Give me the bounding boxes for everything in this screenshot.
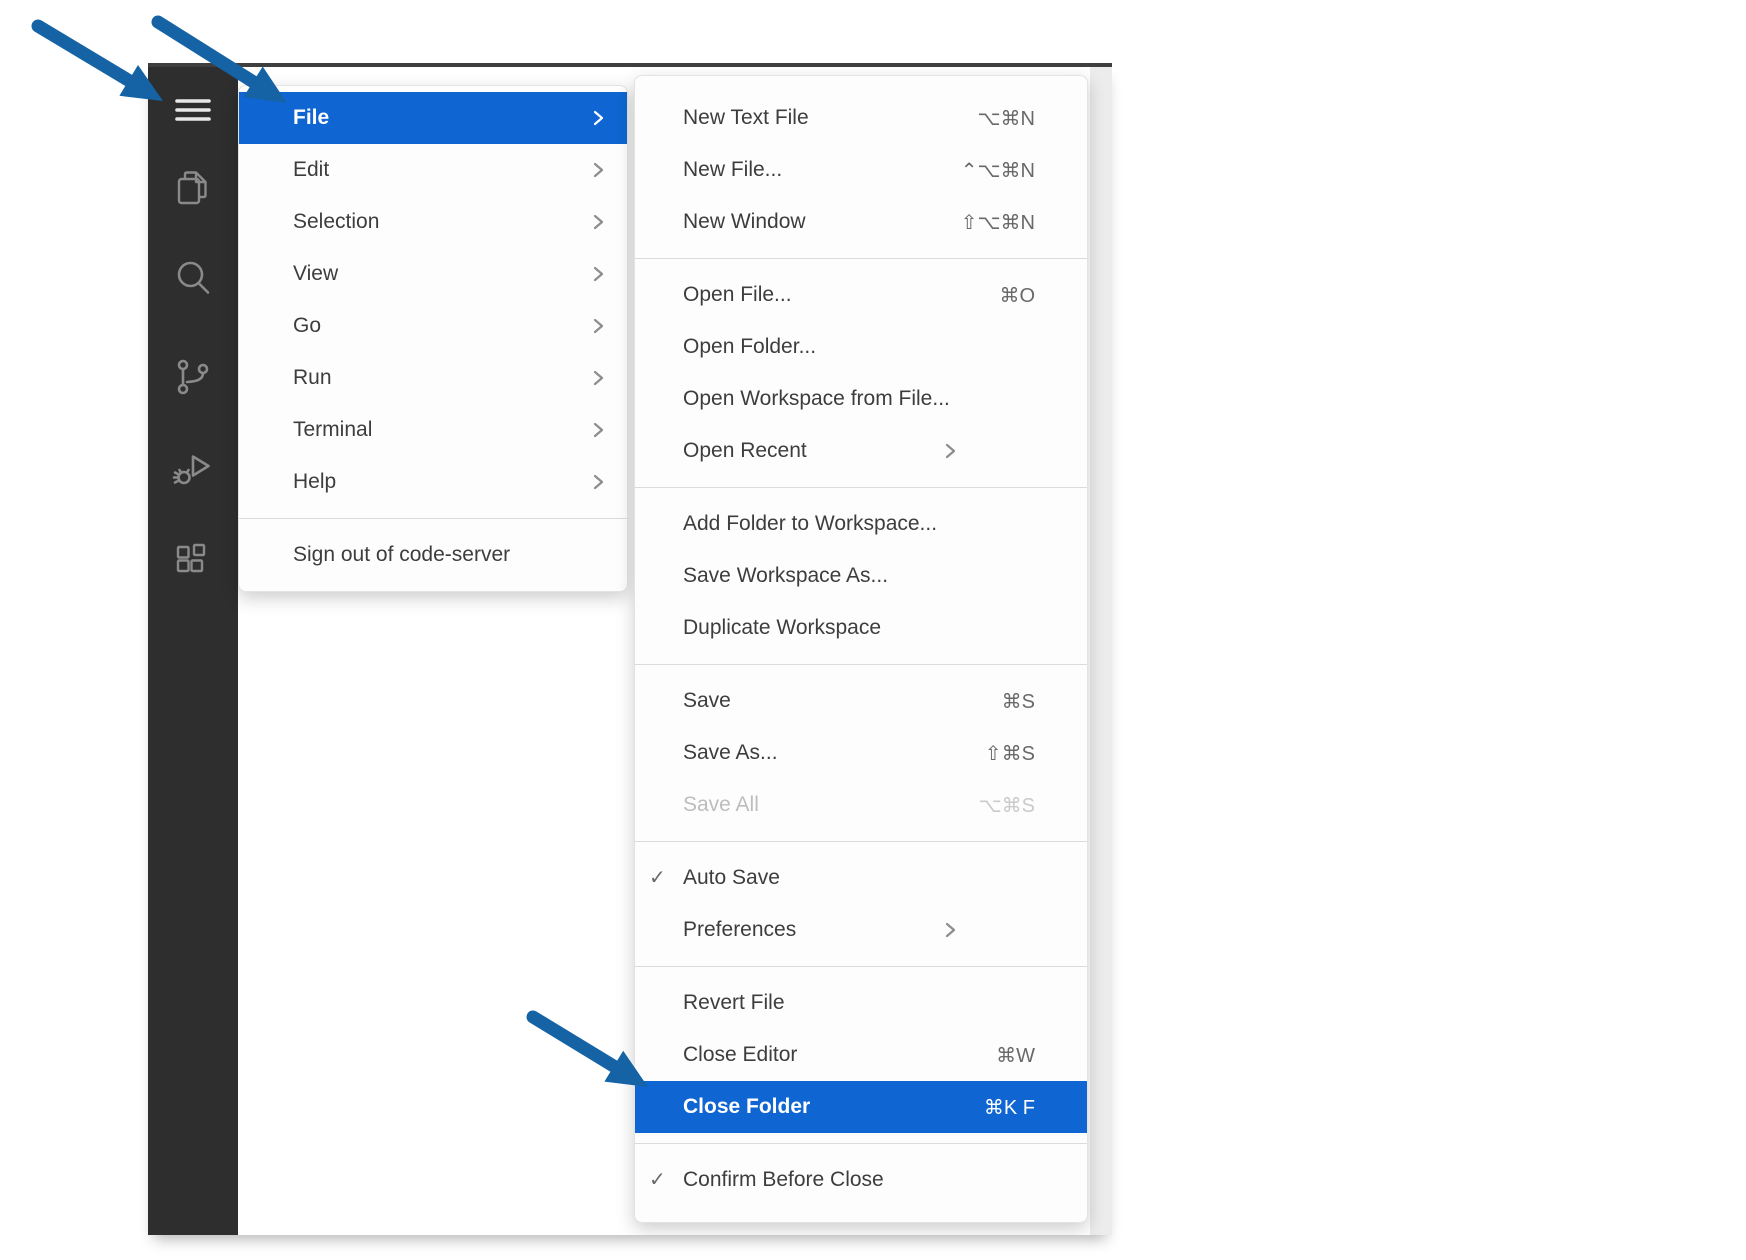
search-icon[interactable]	[170, 255, 216, 301]
menu-item-new-text-file[interactable]: New Text File ⌥⌘N	[635, 92, 1087, 144]
menu-item-label: Save Workspace As...	[683, 564, 888, 588]
menu-separator	[635, 966, 1087, 967]
menu-item-label: View	[293, 262, 338, 286]
chevron-right-icon	[592, 420, 605, 440]
menu-item-label: Add Folder to Workspace...	[683, 512, 937, 536]
menu-separator	[635, 258, 1087, 259]
menu-item-open-recent[interactable]: Open Recent	[635, 425, 1087, 477]
menu-item-label: Help	[293, 470, 336, 494]
menu-item-label: Terminal	[293, 418, 372, 442]
chevron-right-icon	[944, 441, 957, 461]
menu-item-duplicate-workspace[interactable]: Duplicate Workspace	[635, 602, 1087, 654]
menu-item-file[interactable]: File	[239, 92, 627, 144]
code-server-window: File Edit Selection View Go Run Terminal Help Si…	[148, 63, 1112, 1235]
menu-item-label: Close Folder	[683, 1095, 810, 1119]
menu-shortcut: ⌥⌘N	[978, 106, 1036, 131]
chevron-right-icon	[592, 160, 605, 180]
menu-item-revert-file[interactable]: Revert File	[635, 977, 1087, 1029]
source-control-icon[interactable]	[170, 354, 216, 400]
menu-item-label: Save As...	[683, 741, 778, 765]
menu-shortcut: ⌘W	[996, 1043, 1035, 1068]
chevron-right-icon	[592, 368, 605, 388]
menu-item-save-workspace-as[interactable]: Save Workspace As...	[635, 550, 1087, 602]
menu-item-label: New Window	[683, 210, 806, 234]
menu-item-run[interactable]: Run	[239, 352, 627, 404]
explorer-icon[interactable]	[170, 165, 216, 211]
menu-item-add-folder-to-workspace[interactable]: Add Folder to Workspace...	[635, 498, 1087, 550]
menu-item-save[interactable]: Save ⌘S	[635, 675, 1087, 727]
arrow-to-menu-icon	[38, 26, 163, 101]
menu-item-label: Go	[293, 314, 321, 338]
menu-item-label: File	[293, 106, 329, 130]
menu-item-auto-save[interactable]: ✓Auto Save	[635, 852, 1087, 904]
chevron-right-icon	[944, 920, 957, 940]
menu-separator	[635, 841, 1087, 842]
menu-shortcut: ⌘O	[999, 283, 1035, 308]
menu-item-label: Revert File	[683, 991, 785, 1015]
main-menu-popup: File Edit Selection View Go Run Terminal Help Si…	[238, 85, 628, 592]
menu-item-label: Duplicate Workspace	[683, 616, 881, 640]
check-icon: ✓	[635, 868, 683, 888]
menu-item-label: Auto Save	[683, 866, 780, 890]
menu-shortcut: ⌘K F	[984, 1095, 1035, 1120]
menu-item-label: Edit	[293, 158, 329, 182]
menu-item-confirm-before-close[interactable]: ✓Confirm Before Close	[635, 1154, 1087, 1206]
menu-item-label: Preferences	[683, 918, 796, 942]
menu-item-label: Confirm Before Close	[683, 1168, 884, 1192]
menu-separator	[635, 487, 1087, 488]
menu-item-sign-out-of-code-server[interactable]: Sign out of code-server	[239, 529, 627, 581]
menu-icon[interactable]	[170, 87, 216, 133]
menu-item-open-file[interactable]: Open File... ⌘O	[635, 269, 1087, 321]
menu-shortcut: ⌥⌘S	[979, 793, 1035, 818]
menu-item-preferences[interactable]: Preferences	[635, 904, 1087, 956]
menu-item-label: Close Editor	[683, 1043, 797, 1067]
menu-item-close-editor[interactable]: Close Editor ⌘W	[635, 1029, 1087, 1081]
menu-item-terminal[interactable]: Terminal	[239, 404, 627, 456]
menu-item-label: Open Recent	[683, 439, 807, 463]
file-submenu-popup: New Text File ⌥⌘N New File... ⌃⌥⌘N New Windo…	[634, 75, 1088, 1223]
menu-item-label: Open File...	[683, 283, 792, 307]
menu-separator	[635, 1143, 1087, 1144]
menu-item-edit[interactable]: Edit	[239, 144, 627, 196]
menu-item-selection[interactable]: Selection	[239, 196, 627, 248]
menu-item-close-folder[interactable]: Close Folder ⌘K F	[635, 1081, 1087, 1133]
menu-item-label: New Text File	[683, 106, 809, 130]
menu-item-label: Save	[683, 689, 731, 713]
menu-item-label: New File...	[683, 158, 782, 182]
menu-item-save-as[interactable]: Save As... ⇧⌘S	[635, 727, 1087, 779]
menu-item-label: Selection	[293, 210, 379, 234]
chevron-right-icon	[592, 472, 605, 492]
menu-item-save-all[interactable]: Save All ⌥⌘S	[635, 779, 1087, 831]
menu-shortcut: ⌃⌥⌘N	[961, 158, 1035, 183]
check-icon: ✓	[635, 1170, 683, 1190]
extensions-icon[interactable]	[170, 540, 216, 586]
chevron-right-icon	[592, 264, 605, 284]
menu-item-label: Run	[293, 366, 332, 390]
menu-item-label: Open Folder...	[683, 335, 816, 359]
menu-item-help[interactable]: Help	[239, 456, 627, 508]
menu-item-open-workspace-from-file[interactable]: Open Workspace from File...	[635, 373, 1087, 425]
menu-item-go[interactable]: Go	[239, 300, 627, 352]
run-and-debug-icon[interactable]	[170, 447, 216, 493]
menu-shortcut: ⇧⌥⌘N	[961, 210, 1035, 235]
menu-separator	[239, 518, 627, 519]
menu-shortcut: ⇧⌘S	[985, 741, 1035, 766]
menu-shortcut: ⌘S	[1002, 689, 1035, 714]
chevron-right-icon	[592, 108, 605, 128]
menu-item-label: Open Workspace from File...	[683, 387, 950, 411]
chevron-right-icon	[592, 212, 605, 232]
menu-item-label: Save All	[683, 793, 759, 817]
menu-item-new-window[interactable]: New Window ⇧⌥⌘N	[635, 196, 1087, 248]
menu-item-open-folder[interactable]: Open Folder...	[635, 321, 1087, 373]
chevron-right-icon	[592, 316, 605, 336]
menu-item-new-file[interactable]: New File... ⌃⌥⌘N	[635, 144, 1087, 196]
activity-bar	[148, 67, 238, 1235]
menu-separator	[635, 664, 1087, 665]
menu-item-label: Sign out of code-server	[293, 543, 510, 567]
menu-item-view[interactable]: View	[239, 248, 627, 300]
